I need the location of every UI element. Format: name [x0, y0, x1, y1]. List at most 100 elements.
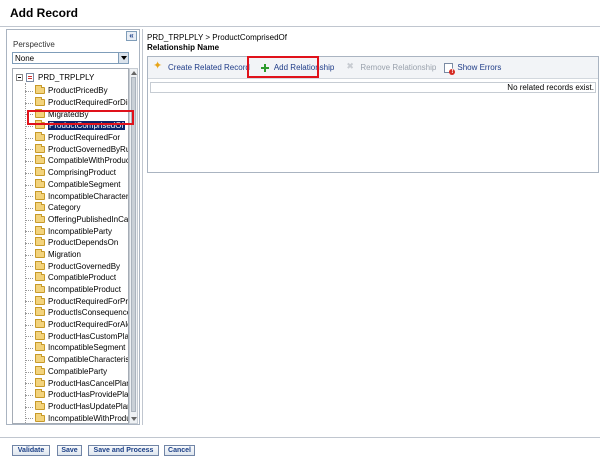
- relationship-name-label: Relationship Name: [147, 43, 220, 52]
- folder-icon: [35, 167, 45, 177]
- folder-icon: [35, 272, 45, 282]
- tree-item[interactable]: ProductGovernedByRu: [13, 143, 129, 155]
- tree-item[interactable]: CompatibleParty: [13, 365, 128, 378]
- scroll-up-icon[interactable]: [131, 71, 137, 75]
- folder-icon: [35, 237, 45, 247]
- tree-item[interactable]: ProductHasProvidePlar: [13, 389, 129, 401]
- folder-icon: [35, 132, 45, 142]
- tree-item[interactable]: OfferingPublishedInCat: [13, 213, 129, 226]
- folder-icon: [35, 307, 45, 317]
- perspective-select[interactable]: None: [12, 52, 129, 64]
- footer-divider: [0, 437, 600, 438]
- tree-branch-line: [25, 102, 33, 104]
- create-related-record-label: Create Related Record: [168, 63, 250, 72]
- tree-item[interactable]: ProductIsConsequence: [13, 307, 128, 319]
- tree-branch-line: [25, 371, 33, 373]
- folder-icon: [35, 178, 45, 188]
- folder-icon: [35, 319, 45, 329]
- error-icon: [444, 62, 456, 75]
- tree-item[interactable]: CompatibleWithProduc: [13, 155, 128, 167]
- tree-branch-line: [25, 324, 33, 326]
- tree-item[interactable]: CompatibleSegment: [13, 178, 128, 191]
- tree-branch-line: [25, 184, 33, 186]
- cancel-button[interactable]: Cancel: [164, 445, 195, 456]
- window-title: Add Record: [10, 6, 79, 20]
- tree-item-label: ProductHasProvidePlar: [48, 390, 129, 400]
- tree-item[interactable]: ProductRequiredFor: [13, 132, 128, 144]
- tree-branch-line: [25, 359, 33, 361]
- folder-icon: [35, 389, 45, 399]
- tree-item[interactable]: ProductHasCustomPlar: [13, 330, 128, 342]
- folder-icon: [35, 284, 45, 294]
- folder-icon: [35, 260, 45, 270]
- folder-icon: [35, 202, 45, 212]
- tree-branch-line: [25, 406, 33, 408]
- perspective-value: None: [15, 54, 35, 63]
- tree-item-label: OfferingPublishedInCat: [48, 214, 129, 224]
- tree-root-label: PRD_TRPLPLY: [38, 73, 95, 82]
- tree-item[interactable]: IncompatibleProduct: [13, 284, 128, 296]
- relationship-header: PRD_TRPLPLY > ProductComprisedOf Relatio…: [147, 33, 287, 52]
- folder-icon: [35, 365, 45, 375]
- tree-item-label: ComprisingProduct: [48, 168, 117, 178]
- tree-item[interactable]: ProductGovernedBy: [13, 260, 128, 272]
- tree-item-label: IncompatibleProduct: [48, 285, 121, 295]
- tree-branch-line: [25, 266, 33, 268]
- tree-item-label: CompatibleSegment: [48, 179, 121, 189]
- tree-branch-line: [25, 231, 33, 233]
- remove-relationship-button[interactable]: Remove Relationship: [346, 61, 436, 73]
- tree-item[interactable]: ProductRequiredForPri: [13, 295, 128, 307]
- tree-branch-line: [25, 137, 33, 139]
- tree-branch-line: [25, 126, 33, 128]
- panel-splitter[interactable]: [142, 29, 143, 425]
- title-divider: [0, 26, 600, 27]
- tree-item[interactable]: CompatibleCharacterist: [13, 354, 128, 366]
- tree-item[interactable]: IncompatibleParty: [13, 225, 128, 237]
- tree-branch-line: [25, 394, 33, 396]
- tree-item[interactable]: ProductRequiredForAlc: [13, 319, 128, 331]
- tree-item[interactable]: IncompatibleCharacteri: [13, 190, 129, 202]
- empty-message: No related records exist.: [507, 83, 594, 92]
- validate-button[interactable]: Validate: [12, 445, 50, 456]
- folder-icon: [35, 354, 45, 364]
- tree-item[interactable]: ProductPricedBy: [13, 85, 128, 97]
- tree-item[interactable]: IncompatibleSegment: [13, 342, 128, 354]
- scroll-down-icon[interactable]: [131, 417, 137, 421]
- tree-item[interactable]: ProductDependsOn: [13, 237, 128, 249]
- tree-item[interactable]: Category: [13, 202, 128, 214]
- breadcrumb: PRD_TRPLPLY > ProductComprisedOf: [147, 33, 287, 42]
- collapse-icon[interactable]: [16, 74, 23, 81]
- save-button[interactable]: Save: [57, 445, 82, 456]
- tree-item-label: ProductHasUpdatePlan: [48, 401, 129, 411]
- tree-item-label: Migration: [48, 249, 81, 259]
- save-and-process-button[interactable]: Save and Process: [88, 445, 159, 456]
- tree-item[interactable]: CompatibleProduct: [13, 272, 128, 284]
- tree-item-label: ProductRequiredFor: [48, 133, 121, 143]
- tree-root[interactable]: PRD_TRPLPLY: [16, 72, 94, 83]
- tree-item-label: CompatibleParty: [48, 366, 108, 376]
- collapse-panel-button[interactable]: «: [126, 31, 137, 41]
- tree-item-label: ProductDependsOn: [48, 238, 119, 248]
- tree-item-label: ProductGovernedByRu: [48, 144, 129, 154]
- tree-item[interactable]: ProductHasCancelPlan: [13, 377, 128, 389]
- chevron-down-icon[interactable]: [118, 53, 128, 63]
- tree-item-label: IncompatibleCharacteri: [48, 191, 129, 201]
- tree-item[interactable]: IncompatibleWithProdu: [13, 412, 128, 423]
- tree-item[interactable]: ComprisingProduct: [13, 167, 128, 179]
- tree-item-label: CompatibleProduct: [48, 273, 117, 283]
- record-icon: [26, 73, 34, 82]
- scroll-thumb[interactable]: [131, 77, 136, 412]
- tree-branch-line: [25, 254, 33, 256]
- create-related-record-button[interactable]: Create Related Record: [153, 59, 250, 73]
- tree-item[interactable]: ProductHasUpdatePlan: [13, 400, 129, 413]
- tree-item[interactable]: Migration: [13, 248, 128, 261]
- folder-icon: [35, 342, 45, 352]
- perspective-label: Perspective: [13, 40, 55, 49]
- remove-icon: [346, 61, 356, 73]
- tree-branch-line: [25, 301, 33, 303]
- folder-icon: [35, 295, 45, 305]
- show-errors-button[interactable]: Show Errors: [444, 62, 501, 75]
- tree-item[interactable]: ProductRequiredForDis: [13, 97, 128, 109]
- relationship-toolbar: Create Related Record Add Relationship R…: [148, 57, 598, 79]
- tree-branch-line: [25, 91, 33, 92]
